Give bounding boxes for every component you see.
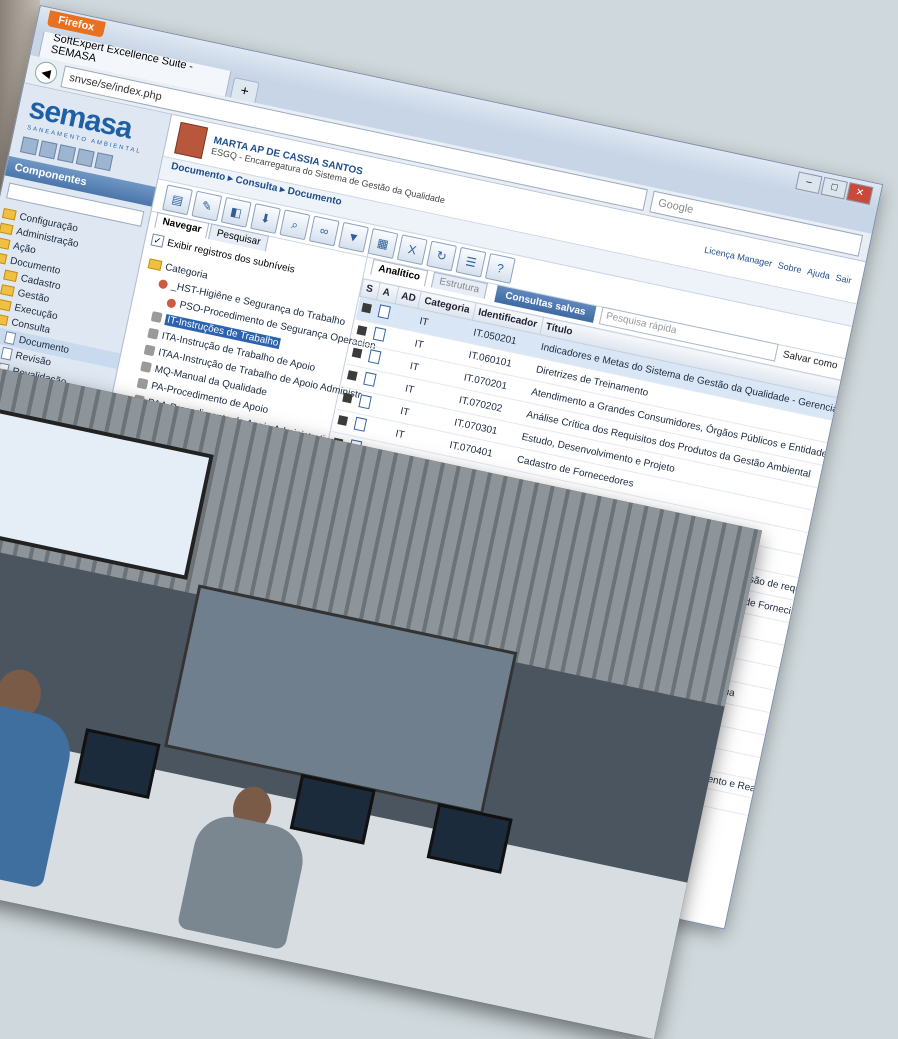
- firefox-menu-button[interactable]: Firefox: [46, 10, 106, 38]
- category-icon: [143, 344, 156, 357]
- page-icon: [3, 331, 17, 345]
- status-square-icon: [356, 325, 367, 336]
- folder-icon: [0, 252, 8, 265]
- export-icon[interactable]: [94, 152, 114, 172]
- exit-link[interactable]: Sair: [835, 273, 853, 286]
- print-icon[interactable]: [75, 148, 95, 168]
- category-icon: [136, 378, 149, 390]
- document-icon: [367, 349, 381, 365]
- category-icon: [140, 361, 152, 374]
- status-square-icon: [341, 392, 353, 404]
- home-icon[interactable]: [19, 136, 39, 156]
- folder-icon: [0, 222, 14, 236]
- status-square-icon: [336, 415, 348, 426]
- document-icon: [353, 416, 367, 432]
- save-as-button[interactable]: Salvar como: [782, 349, 839, 371]
- document-icon: [377, 304, 391, 320]
- category-icon: [150, 311, 163, 324]
- status-square-icon: [360, 302, 372, 314]
- maximize-button[interactable]: □: [820, 176, 848, 200]
- about-link[interactable]: Sobre: [777, 260, 803, 275]
- avatar: [174, 121, 209, 159]
- folder-icon: [147, 258, 163, 272]
- page-icon: [0, 346, 13, 361]
- document-icon: [372, 326, 386, 342]
- license-link[interactable]: Licença Manager: [704, 245, 774, 269]
- folder-icon: [0, 299, 12, 312]
- status-square-icon: [346, 370, 358, 381]
- document-icon: [362, 371, 377, 387]
- back-arrow-icon[interactable]: ◀: [33, 59, 60, 86]
- document-icon: [357, 394, 372, 410]
- folder-icon: [0, 237, 11, 251]
- help-link[interactable]: Ajuda: [806, 266, 831, 281]
- minimize-button[interactable]: –: [795, 171, 823, 195]
- close-button[interactable]: ✕: [846, 182, 874, 205]
- category-icon: [166, 297, 177, 309]
- check-icon[interactable]: [38, 140, 58, 160]
- folder-icon: [0, 284, 15, 298]
- category-icon: [147, 328, 159, 340]
- status-square-icon: [351, 347, 362, 359]
- folder-icon: [1, 208, 17, 221]
- folder-icon: [3, 269, 18, 283]
- star-icon[interactable]: [57, 144, 77, 164]
- subnivel-checkbox[interactable]: ✓: [150, 233, 165, 248]
- folder-icon: [0, 313, 9, 327]
- category-icon: [157, 278, 169, 290]
